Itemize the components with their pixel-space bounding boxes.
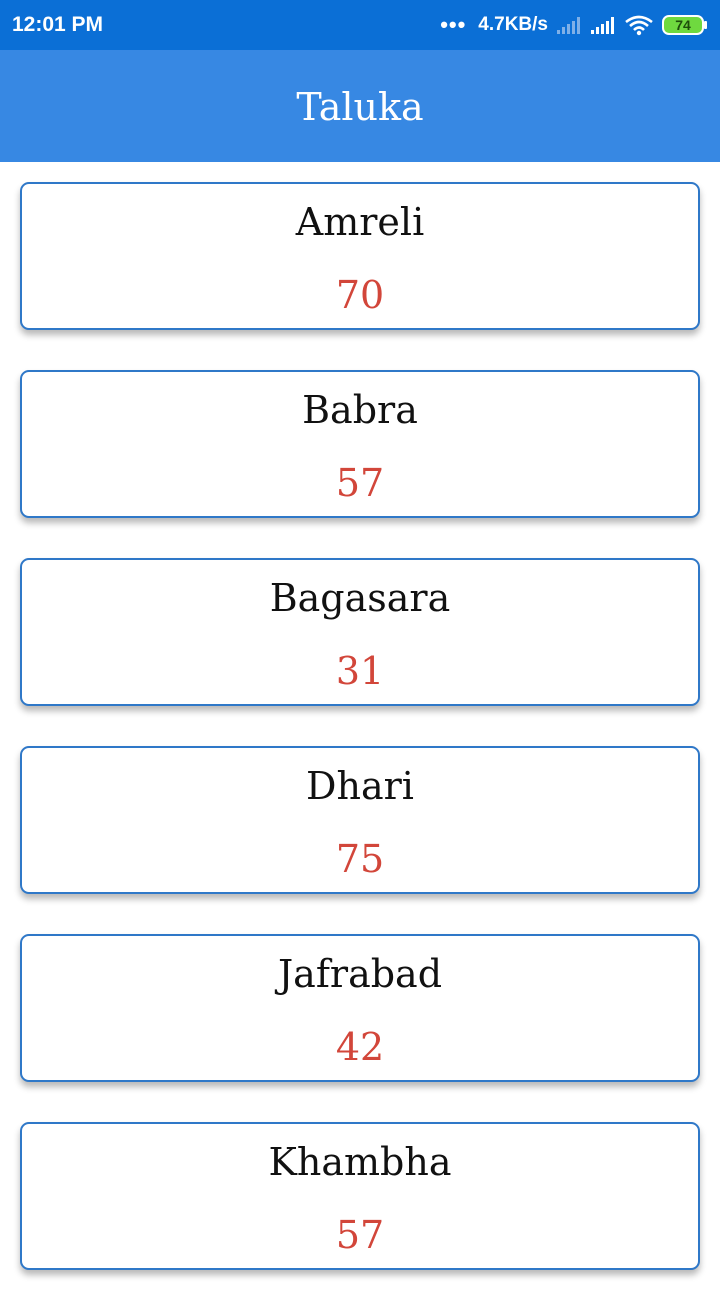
taluka-name: Bagasara (269, 576, 451, 620)
status-bar: 12:01 PM ••• 4.7KB/s 74 (0, 0, 720, 50)
taluka-count: 31 (335, 649, 385, 693)
app-bar: Taluka (0, 50, 720, 162)
battery-level: 74 (675, 17, 691, 33)
status-time: 12:01 PM (12, 13, 104, 36)
taluka-list: Amreli 70 Babra 57 Bagasara 31 Dhari 75 … (20, 182, 700, 1310)
taluka-card-jafrabad[interactable]: Jafrabad 42 (20, 934, 700, 1082)
status-icons: ••• 4.7KB/s 74 (440, 10, 708, 40)
taluka-count: 57 (335, 461, 385, 505)
taluka-count: 70 (335, 273, 385, 317)
wifi-icon (624, 14, 654, 36)
battery-icon: 74 (662, 15, 708, 35)
taluka-card-bagasara[interactable]: Bagasara 31 (20, 558, 700, 706)
page-title: Taluka (296, 85, 424, 129)
taluka-count: 75 (335, 837, 385, 881)
taluka-card-dhari[interactable]: Dhari 75 (20, 746, 700, 894)
taluka-card-babra[interactable]: Babra 57 (20, 370, 700, 518)
network-speed: 4.7KB/s (478, 14, 548, 35)
taluka-card-amreli[interactable]: Amreli 70 (20, 182, 700, 330)
taluka-name: Dhari (306, 764, 414, 808)
taluka-name: Babra (302, 388, 418, 432)
taluka-name: Amreli (295, 200, 425, 244)
taluka-name: Jafrabad (277, 952, 443, 996)
signal-icon (590, 15, 616, 35)
taluka-count: 42 (335, 1025, 385, 1069)
more-dots: ••• (440, 12, 467, 37)
taluka-name: Khambha (268, 1140, 452, 1184)
signal-weak-icon (556, 15, 582, 35)
taluka-card-khambha[interactable]: Khambha 57 (20, 1122, 700, 1270)
taluka-count: 57 (335, 1213, 385, 1257)
